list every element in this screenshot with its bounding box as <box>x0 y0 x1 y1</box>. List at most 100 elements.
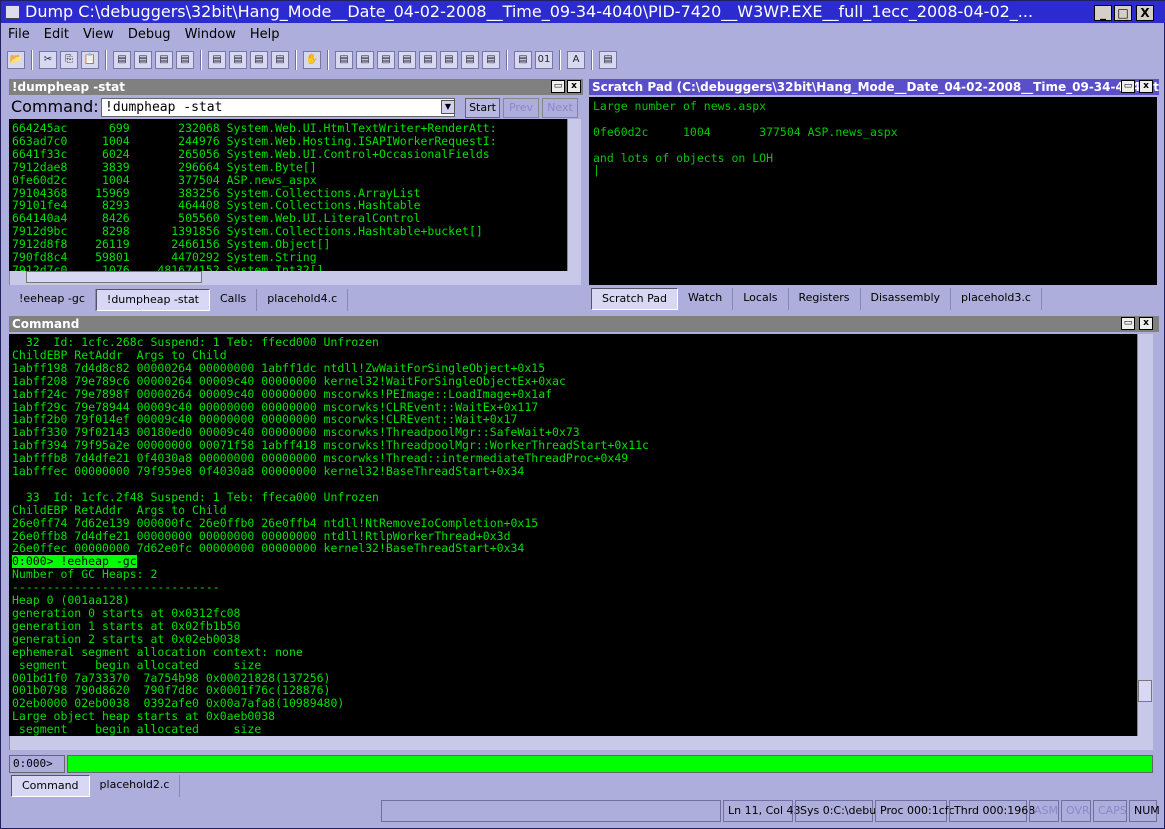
command-input[interactable] <box>67 755 1153 773</box>
command-label: Command: <box>11 97 99 116</box>
menu-file[interactable]: File <box>1 25 37 45</box>
menu-edit[interactable]: Edit <box>37 25 76 45</box>
pane-title: Command <box>9 316 1159 332</box>
menu-view[interactable]: View <box>76 25 121 45</box>
tab-placehold3-c[interactable]: placehold3.c <box>951 288 1042 310</box>
tab-placehold2-c[interactable]: placehold2.c <box>90 775 181 797</box>
tab-calls[interactable]: Calls <box>210 289 258 311</box>
open-icon[interactable]: 📂 <box>7 51 25 69</box>
vertical-scrollbar[interactable] <box>567 119 581 271</box>
stop-debugging-icon[interactable]: ▤ <box>155 51 173 69</box>
copy-icon[interactable]: ⎘ <box>60 51 78 69</box>
restart-icon[interactable]: ▤ <box>134 51 152 69</box>
tab-disassembly[interactable]: Disassembly <box>861 288 952 310</box>
source-mode-icon[interactable]: ▤ <box>514 51 532 69</box>
status-caps: CAPS <box>1093 800 1127 822</box>
output-line: Large number of news.aspx <box>593 99 767 113</box>
registers-icon[interactable]: ▤ <box>398 51 416 69</box>
toolbar-separator <box>295 50 297 70</box>
close-icon[interactable]: x <box>1139 317 1153 330</box>
command-window-icon[interactable]: ▤ <box>335 51 353 69</box>
menu-debug[interactable]: Debug <box>121 25 178 45</box>
output-line: and lots of objects on LOH <box>593 150 774 165</box>
dock-icon[interactable]: ▭ <box>551 80 565 93</box>
run-to-cursor-icon[interactable]: ▤ <box>271 51 289 69</box>
output-line: 1abfffec 00000000 79f959e8 0f4030a8 0000… <box>12 464 525 479</box>
tab--eeheap-gc[interactable]: !eeheap -gc <box>9 289 96 311</box>
tab--dumpheap-stat[interactable]: !dumpheap -stat <box>95 289 210 311</box>
command-pane: Command ▭ x 32 Id: 1cfc.268c Suspend: 1 … <box>9 316 1159 797</box>
start-button[interactable]: Start <box>465 98 500 118</box>
vertical-scrollbar[interactable] <box>1137 334 1153 736</box>
font-icon[interactable]: A <box>567 51 585 69</box>
close-icon[interactable]: x <box>567 80 581 93</box>
status-thrd: Thrd 000:1968 <box>949 800 1035 822</box>
locals-icon[interactable]: ▤ <box>377 51 395 69</box>
minimize-button[interactable]: _ <box>1094 5 1112 21</box>
tab-watch[interactable]: Watch <box>678 288 734 310</box>
prev-button[interactable]: Prev <box>503 98 539 118</box>
scratch-pad-icon[interactable]: ▤ <box>482 51 500 69</box>
menu-help[interactable]: Help <box>243 25 287 45</box>
output-line: 7912dae8 3839 296664 System.Byte[] <box>12 159 317 174</box>
output-line: generation 1 starts at 0x02fb1b50 <box>12 618 241 633</box>
command-input[interactable]: !dumpheap -stat <box>101 98 455 117</box>
prompt-label: 0:000> <box>9 755 65 773</box>
output-line: 1abff198 7d4d8c82 00000264 00000000 1abf… <box>12 360 546 375</box>
go-icon[interactable]: ▤ <box>113 51 131 69</box>
output-line: 0fe60d2c 1004 377504 ASP.news_aspx <box>593 124 898 139</box>
watch-icon[interactable]: ▤ <box>356 51 374 69</box>
tab-command[interactable]: Command <box>11 775 90 797</box>
disassembly-icon[interactable]: ▤ <box>461 51 479 69</box>
output-line: 26e0ff74 7d62e139 000000fc 26e0ffb0 26e0… <box>12 515 539 530</box>
output-line: 6641f33c 6024 265056 System.Web.UI.Contr… <box>12 146 490 161</box>
toolbar-separator <box>327 50 329 70</box>
toolbar: 📂 ✂ ⎘ 📋 ▤ ▤ ▤ ▤ ▤ ▤ ▤ ▤ ✋ ▤ ▤ ▤ ▤ ▤ ▤ ▤ ▤ ▤ 01 A ▤ <box>7 47 617 73</box>
step-over-icon[interactable]: ▤ <box>229 51 247 69</box>
output-line: 664245ac 699 232068 System.Web.UI.HtmlTe… <box>12 121 497 135</box>
tab-locals[interactable]: Locals <box>733 288 789 310</box>
output-line: ------------------------------ <box>12 580 220 595</box>
tab-placehold4-c[interactable]: placehold4.c <box>257 289 349 311</box>
scroll-thumb[interactable] <box>1138 680 1152 702</box>
output-line: generation 0 starts at 0x0312fc08 <box>12 606 241 621</box>
maximize-button[interactable]: □ <box>1114 5 1132 21</box>
toolbar-separator <box>200 50 202 70</box>
close-button[interactable]: X <box>1136 5 1154 21</box>
break-icon[interactable]: ▤ <box>176 51 194 69</box>
horizontal-scrollbar[interactable] <box>9 271 581 285</box>
next-button[interactable]: Next <box>542 98 578 118</box>
hand-icon[interactable]: ✋ <box>303 51 321 69</box>
toolbar-separator <box>105 50 107 70</box>
scratch-pad-text[interactable]: Large number of news.aspx 0fe60d2c 1004 3… <box>589 97 1157 285</box>
output-line: 32 Id: 1cfc.268c Suspend: 1 Teb: ffecd00… <box>12 335 379 349</box>
toolbar-separator <box>506 50 508 70</box>
output-line: 1abff24c 79e7898f 00000264 00009c40 0000… <box>12 386 553 401</box>
output-line: 1abff208 79e789c6 00000264 00009c40 0000… <box>12 373 566 388</box>
output-line: generation 2 starts at 0x02eb0038 <box>12 631 241 646</box>
tab-scratch-pad[interactable]: Scratch Pad <box>591 288 678 310</box>
tab-registers[interactable]: Registers <box>789 288 861 310</box>
call-stack-icon[interactable]: ▤ <box>440 51 458 69</box>
menu-window[interactable]: Window <box>178 25 243 45</box>
close-icon[interactable]: x <box>1139 80 1153 93</box>
memory-icon[interactable]: ▤ <box>419 51 437 69</box>
output-line: 0fe60d2c 1004 377504 ASP.news_aspx <box>12 172 317 187</box>
scroll-thumb[interactable] <box>26 271 202 283</box>
options-icon[interactable]: ▤ <box>599 51 617 69</box>
step-into-icon[interactable]: ▤ <box>208 51 226 69</box>
output-line: segment begin allocated size <box>12 657 262 672</box>
paste-icon[interactable]: 📋 <box>81 51 99 69</box>
horizontal-scrollbar[interactable] <box>9 736 1153 750</box>
dock-icon[interactable]: ▭ <box>1121 317 1135 330</box>
scratch-tabs: Scratch Pad Watch Locals Registers Disassemb… <box>591 288 1042 310</box>
hex-mode-icon[interactable]: 01 <box>535 51 553 69</box>
step-out-icon[interactable]: ▤ <box>250 51 268 69</box>
command-output: 32 Id: 1cfc.268c Suspend: 1 Teb: ffecd00… <box>9 334 1137 736</box>
chevron-down-icon[interactable]: ▼ <box>441 100 455 114</box>
output-line: 663ad7c0 1004 244976 System.Web.Hosting.… <box>12 133 497 148</box>
status-asm: ASM <box>1029 800 1059 822</box>
restore-icon[interactable]: ▭ <box>1121 80 1135 93</box>
cut-icon[interactable]: ✂ <box>39 51 57 69</box>
